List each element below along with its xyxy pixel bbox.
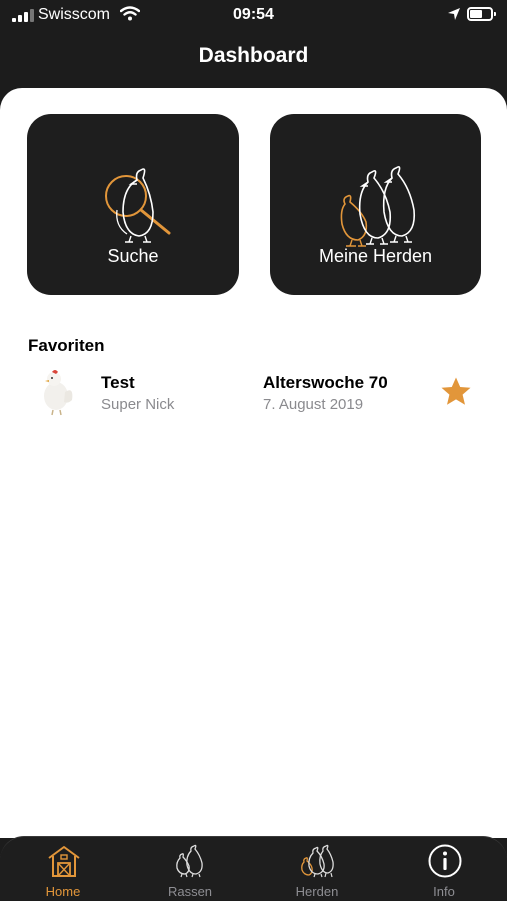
tab-bar: Home Rassen Herden Info (0, 836, 507, 900)
search-tile-button[interactable]: Suche (27, 114, 239, 295)
favorite-date: 7. August 2019 (263, 396, 364, 413)
tab-home[interactable]: Home (0, 837, 126, 901)
tab-home-label: Home (45, 884, 81, 899)
status-time: 09:54 (233, 6, 274, 23)
info-icon (428, 844, 462, 878)
tab-herds-label: Herden (295, 884, 339, 899)
tab-breeds[interactable]: Rassen (127, 837, 253, 901)
favorite-name: Test (101, 373, 135, 392)
barn-icon (48, 846, 80, 877)
favorite-age-week: Alterswoche 70 (263, 373, 388, 392)
search-tile-label: Suche (107, 246, 159, 266)
favorites-heading: Favoriten (28, 336, 105, 355)
tab-info-label: Info (433, 884, 455, 899)
my-herds-tile-button[interactable]: Meine Herden (270, 114, 481, 295)
main-content: Suche Meine Herden Favoriten Test Super … (0, 88, 507, 838)
tab-herds[interactable]: Herden (254, 837, 380, 901)
chickens-icon (176, 844, 203, 878)
tab-breeds-label: Rassen (167, 884, 213, 899)
favorite-list-item[interactable]: Test Super Nick Alterswoche 70 7. August… (0, 362, 507, 422)
herd-chickens-icon (340, 166, 416, 247)
star-icon[interactable] (440, 376, 472, 413)
tab-info[interactable]: Info (381, 837, 507, 901)
chicken-thumbnail (44, 370, 73, 416)
herd-icon (301, 844, 334, 878)
status-bar: Swisscom 09:54 (0, 0, 507, 32)
location-arrow-icon (447, 7, 461, 26)
page-title: Dashboard (198, 44, 309, 67)
my-herds-tile-label: Meine Herden (318, 246, 433, 266)
battery-icon (467, 7, 496, 21)
favorite-breed: Super Nick (101, 396, 175, 413)
search-chicken-icon (105, 168, 171, 243)
